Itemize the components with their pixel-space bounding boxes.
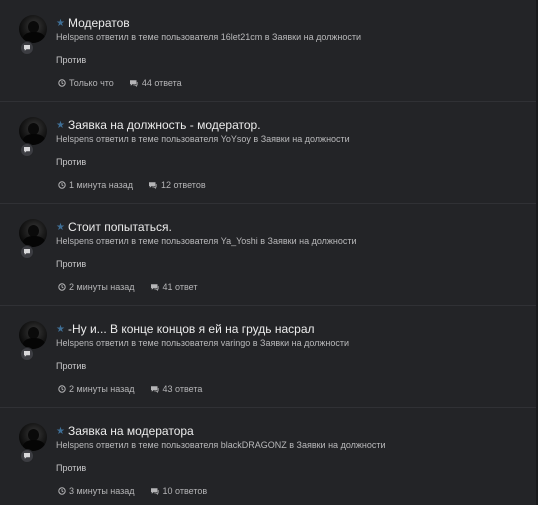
replies-stat: 10 ответов [150, 486, 208, 496]
item-title-row: ★ -Ну и... В конце концов я ей на грудь н… [56, 321, 315, 337]
time-text[interactable]: 2 минуты назад [69, 282, 135, 292]
clock-icon [58, 385, 66, 393]
time-stat: 1 минута назад [58, 180, 133, 190]
clock-icon [58, 79, 66, 87]
item-meta: Helspens ответил в теме пользователя YoY… [56, 134, 350, 144]
item-meta: Helspens ответил в теме пользователя var… [56, 338, 350, 348]
time-text[interactable]: 2 минуты назад [69, 384, 135, 394]
user-avatar[interactable] [19, 15, 47, 43]
topic-title-link[interactable]: Заявка на должность - модератор. [68, 118, 261, 132]
replies-stat: 43 ответа [150, 384, 203, 394]
star-icon: ★ [56, 222, 65, 233]
time-stat: 2 минуты назад [58, 282, 135, 292]
user-avatar[interactable] [19, 219, 47, 247]
item-snippet: Против [56, 463, 87, 473]
topic-title-link[interactable]: Модератов [68, 16, 130, 30]
comment-bubble-icon [21, 348, 33, 360]
stream-item: ★ -Ну и... В конце концов я ей на грудь н… [0, 306, 536, 408]
replies-stat: 12 ответов [148, 180, 206, 190]
user-avatar[interactable] [19, 423, 47, 451]
item-snippet: Против [56, 157, 87, 167]
comment-bubble-icon [21, 144, 33, 156]
item-meta: Helspens ответил в теме пользователя 16l… [56, 32, 362, 42]
item-stats: 3 минуты назад 10 ответов [58, 486, 207, 496]
user-avatar[interactable] [19, 321, 47, 349]
comments-icon [150, 488, 159, 495]
comments-icon [150, 386, 159, 393]
comment-bubble-icon [21, 450, 33, 462]
comments-icon [150, 284, 159, 291]
topic-title-link[interactable]: Стоит попытаться. [68, 220, 172, 234]
item-title-row: ★ Модератов [56, 15, 130, 31]
clock-icon [58, 283, 66, 291]
item-snippet: Против [56, 259, 87, 269]
topic-title-link[interactable]: Заявка на модератора [68, 424, 194, 438]
item-snippet: Против [56, 361, 87, 371]
user-avatar[interactable] [19, 117, 47, 145]
time-stat: 2 минуты назад [58, 384, 135, 394]
stream-item: ★ Модератов Helspens ответил в теме польз… [0, 0, 536, 102]
activity-stream: ★ Модератов Helspens ответил в теме польз… [0, 0, 538, 505]
star-icon: ★ [56, 324, 65, 335]
time-stat: 3 минуты назад [58, 486, 135, 496]
time-text[interactable]: 3 минуты назад [69, 486, 135, 496]
star-icon: ★ [56, 426, 65, 437]
replies-count: 10 ответов [162, 486, 208, 496]
stream-item: ★ Стоит попытаться. Helspens ответил в те… [0, 204, 536, 306]
replies-count: 44 ответа [141, 78, 182, 88]
clock-icon [58, 487, 66, 495]
topic-title-link[interactable]: -Ну и... В конце концов я ей на грудь на… [68, 322, 315, 336]
replies-count: 12 ответов [160, 180, 206, 190]
replies-count: 41 ответ [162, 282, 198, 292]
item-meta: Helspens ответил в теме пользователя Ya_… [56, 236, 357, 246]
item-stats: 2 минуты назад 43 ответа [58, 384, 202, 394]
replies-stat: 41 ответ [150, 282, 198, 292]
item-stats: 1 минута назад 12 ответов [58, 180, 206, 190]
item-snippet: Против [56, 55, 87, 65]
clock-icon [58, 181, 66, 189]
stream-item: ★ Заявка на модератора Helspens ответил в… [0, 408, 536, 505]
time-text[interactable]: 1 минута назад [69, 180, 133, 190]
item-title-row: ★ Заявка на должность - модератор. [56, 117, 261, 133]
star-icon: ★ [56, 18, 65, 29]
star-icon: ★ [56, 120, 65, 131]
item-stats: 2 минуты назад 41 ответ [58, 282, 198, 292]
time-stat: Только что [58, 78, 114, 88]
replies-count: 43 ответа [162, 384, 203, 394]
comments-icon [148, 182, 157, 189]
comments-icon [129, 80, 138, 87]
comment-bubble-icon [21, 246, 33, 258]
stream-item: ★ Заявка на должность - модератор. Helspe… [0, 102, 536, 204]
item-stats: Только что 44 ответа [58, 78, 182, 88]
comment-bubble-icon [21, 42, 33, 54]
time-text[interactable]: Только что [69, 78, 114, 88]
item-title-row: ★ Стоит попытаться. [56, 219, 172, 235]
replies-stat: 44 ответа [129, 78, 182, 88]
item-meta: Helspens ответил в теме пользователя bla… [56, 440, 386, 450]
item-title-row: ★ Заявка на модератора [56, 423, 194, 439]
